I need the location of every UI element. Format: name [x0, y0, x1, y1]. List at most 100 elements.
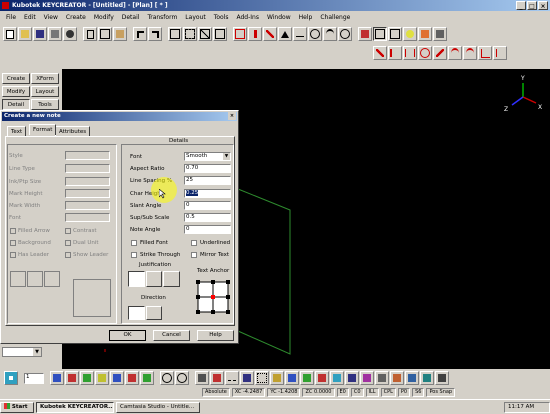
zoom-in-icon[interactable]: [160, 371, 174, 385]
group-icon[interactable]: [405, 371, 419, 385]
select-icon[interactable]: [345, 371, 359, 385]
menu-view[interactable]: View: [40, 14, 62, 21]
blank-icon[interactable]: [375, 371, 389, 385]
char-height-input[interactable]: 0.25: [184, 189, 231, 198]
window-select-icon[interactable]: [183, 27, 197, 41]
shade-icon[interactable]: [358, 27, 372, 41]
intersection-icon[interactable]: [263, 27, 277, 41]
wcs-icon[interactable]: [300, 371, 314, 385]
menu-edit[interactable]: Edit: [20, 14, 40, 21]
tab-format[interactable]: Format: [29, 124, 57, 135]
underlined-checkbox[interactable]: [191, 240, 197, 246]
minimize-button[interactable]: _: [516, 1, 526, 10]
hidden-line-icon[interactable]: [388, 27, 402, 41]
node-icon[interactable]: [233, 27, 247, 41]
line-spacing-input[interactable]: 25: [184, 176, 231, 185]
close-button[interactable]: ×: [538, 1, 548, 10]
menu-create[interactable]: Create: [62, 14, 90, 21]
solid-icon[interactable]: [433, 27, 447, 41]
zoom-out-icon[interactable]: [175, 371, 189, 385]
tools-tab[interactable]: Tools: [31, 99, 59, 110]
snap-mid-icon[interactable]: [403, 46, 417, 60]
dialog-close-button[interactable]: ×: [228, 112, 236, 120]
layer-number-select[interactable]: 1: [24, 372, 44, 384]
view-top-icon[interactable]: [50, 371, 64, 385]
measure-icon[interactable]: [315, 371, 329, 385]
properties-icon[interactable]: [435, 371, 449, 385]
wireframe-icon[interactable]: [373, 27, 387, 41]
detail-tab[interactable]: Detail: [2, 99, 30, 110]
rotate-view-icon[interactable]: [338, 27, 352, 41]
layer-icon[interactable]: [195, 371, 209, 385]
taskbar-item-keycreator[interactable]: Kubotek KEYCREATOR...: [36, 401, 114, 413]
preview-button[interactable]: [63, 27, 77, 41]
menu-window[interactable]: Window: [263, 14, 295, 21]
cut-icon[interactable]: [83, 27, 97, 41]
taskbar-item-camtasia[interactable]: Camtasia Studio - Untitle...: [116, 401, 200, 413]
copy-icon[interactable]: [98, 27, 112, 41]
justify-right-button[interactable]: [163, 271, 181, 287]
maximize-button[interactable]: □: [527, 1, 537, 10]
aspect-ratio-input[interactable]: 0.70: [184, 164, 231, 173]
snap-center-icon[interactable]: [418, 46, 432, 60]
view-bottom-icon[interactable]: [125, 371, 139, 385]
menu-challenge[interactable]: Challenge: [316, 14, 354, 21]
arc-icon[interactable]: [323, 27, 337, 41]
paste-icon[interactable]: [113, 27, 127, 41]
render-icon[interactable]: [418, 27, 432, 41]
cancel-button[interactable]: Cancel: [153, 330, 190, 341]
show-icon[interactable]: [390, 371, 404, 385]
snap-tangent-icon[interactable]: [463, 46, 477, 60]
active-view-icon[interactable]: [4, 371, 18, 385]
menu-detail[interactable]: Detail: [118, 14, 144, 21]
layout-tab[interactable]: Layout: [31, 86, 59, 97]
color-icon[interactable]: [210, 371, 224, 385]
sup-sub-scale-input[interactable]: 0.5: [184, 213, 231, 222]
snap-near-icon[interactable]: [433, 46, 447, 60]
note-angle-input[interactable]: 0: [184, 225, 231, 234]
strike-through-checkbox[interactable]: [131, 252, 137, 258]
crossing-select-icon[interactable]: [198, 27, 212, 41]
mask-icon[interactable]: [360, 371, 374, 385]
fit-view-icon[interactable]: [213, 27, 227, 41]
snap-end-icon[interactable]: [388, 46, 402, 60]
menu-layout[interactable]: Layout: [181, 14, 209, 21]
pen-icon[interactable]: [240, 371, 254, 385]
menu-tools[interactable]: Tools: [210, 14, 233, 21]
modify-tab[interactable]: Modify: [2, 86, 30, 97]
menu-transform[interactable]: Transform: [143, 14, 181, 21]
redo-icon[interactable]: [148, 27, 162, 41]
verify-icon[interactable]: [330, 371, 344, 385]
view-left-icon[interactable]: [140, 371, 154, 385]
view-back-icon[interactable]: [110, 371, 124, 385]
midpoint-icon[interactable]: [248, 27, 262, 41]
menu-help[interactable]: Help: [295, 14, 317, 21]
menu-add-ins[interactable]: Add-Ins: [232, 14, 262, 21]
new-file-button[interactable]: [3, 27, 17, 41]
snap-pos-icon[interactable]: [373, 46, 387, 60]
help-button[interactable]: Help: [197, 330, 234, 341]
layer-select[interactable]: ▼: [2, 347, 42, 357]
triangle-icon[interactable]: [278, 27, 292, 41]
direction-vertical-button[interactable]: [145, 306, 162, 320]
start-button[interactable]: Start: [0, 401, 34, 413]
font-select[interactable]: Smooth ▼: [184, 152, 231, 161]
grid-icon[interactable]: [255, 371, 269, 385]
text-anchor-grid[interactable]: [195, 279, 231, 315]
snap-perp-icon[interactable]: [478, 46, 492, 60]
view-side-icon[interactable]: [80, 371, 94, 385]
view-iso-icon[interactable]: [95, 371, 109, 385]
open-file-button[interactable]: [18, 27, 32, 41]
justify-center-button[interactable]: [145, 271, 163, 287]
light-icon[interactable]: [403, 27, 417, 41]
linetype-icon[interactable]: [225, 371, 239, 385]
box-select-icon[interactable]: [168, 27, 182, 41]
attrib-icon[interactable]: [420, 371, 434, 385]
direction-horizontal-button[interactable]: [128, 306, 145, 320]
snap-intersect-icon[interactable]: [493, 46, 507, 60]
view-front-icon[interactable]: [65, 371, 79, 385]
curve-icon[interactable]: [308, 27, 322, 41]
lock-icon[interactable]: [270, 371, 284, 385]
print-button[interactable]: [48, 27, 62, 41]
snap-quad-icon[interactable]: [448, 46, 462, 60]
